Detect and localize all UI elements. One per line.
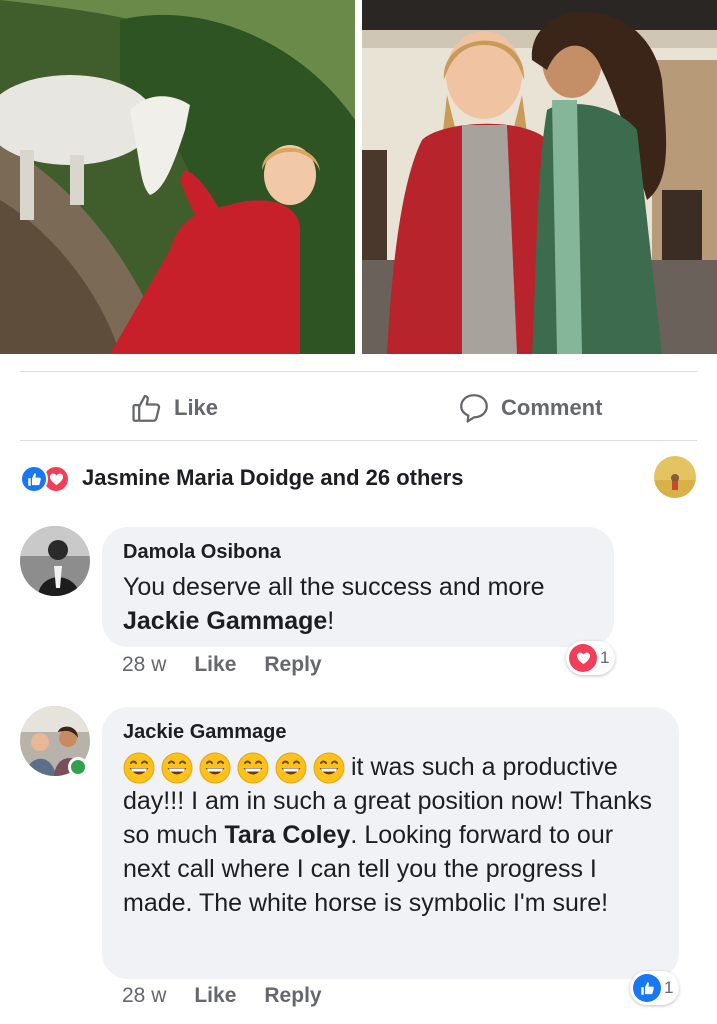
like-reaction-icon: [20, 465, 48, 493]
comment-like-button[interactable]: Like: [194, 984, 236, 1008]
comment-meta: 28 w Like Reply: [122, 984, 322, 1008]
comment-bubble-icon: [457, 391, 491, 425]
divider-bottom: [20, 440, 697, 441]
comment-reply-button[interactable]: Reply: [264, 653, 321, 677]
comment-text: You deserve all the success and more Jac…: [123, 570, 594, 638]
thumbs-up-icon: [633, 974, 661, 1002]
comment-mention[interactable]: Jackie Gammage: [123, 607, 327, 635]
online-status-indicator: [68, 757, 88, 777]
divider-top: [20, 371, 697, 372]
emoji-row: [123, 752, 345, 784]
reaction-count: 1: [664, 978, 674, 997]
like-button-label: Like: [174, 395, 219, 420]
seen-by-avatar[interactable]: [654, 456, 696, 498]
comment-button[interactable]: Comment: [457, 388, 602, 428]
photo-two-women[interactable]: [362, 0, 717, 354]
commenter-avatar[interactable]: [20, 526, 90, 596]
reactions-summary-text: Jasmine Maria Doidge and 26 others: [82, 465, 464, 490]
comment-text-part: !: [327, 607, 335, 635]
thumbs-up-outline-icon: [130, 391, 164, 425]
reaction-count: 1: [600, 648, 610, 667]
comment-author[interactable]: Jackie Gammage: [123, 721, 659, 744]
comment-text: it was such a productive day!!! I am in …: [123, 750, 659, 920]
comment-mention[interactable]: Tara Coley: [224, 821, 350, 849]
comment-reaction-badge[interactable]: 1: [566, 641, 616, 675]
grinning-face-icon: [161, 752, 193, 784]
comment-button-label: Comment: [501, 395, 603, 420]
comment-reaction-badge[interactable]: 1: [630, 971, 680, 1005]
grinning-face-icon: [199, 752, 231, 784]
grinning-face-icon: [123, 752, 155, 784]
comment-text-part: You deserve all the success and more: [123, 573, 545, 601]
comment-bubble: Jackie Gammage it was such a productive …: [102, 707, 679, 979]
comment-meta: 28 w Like Reply: [122, 653, 322, 677]
grinning-face-icon: [275, 752, 307, 784]
comment-like-button[interactable]: Like: [194, 653, 236, 677]
grinning-face-icon: [237, 752, 269, 784]
comment-reply-button[interactable]: Reply: [264, 984, 321, 1008]
comment-timestamp: 28 w: [122, 653, 167, 676]
comment-timestamp: 28 w: [122, 984, 167, 1007]
comment-bubble: Damola Osibona You deserve all the succe…: [102, 527, 614, 647]
reactions-summary[interactable]: Jasmine Maria Doidge and 26 others: [20, 458, 463, 498]
photo-woman-with-horse[interactable]: [0, 0, 355, 354]
heart-icon: [569, 644, 597, 672]
comment-author[interactable]: Damola Osibona: [123, 541, 594, 564]
grinning-face-icon: [313, 752, 345, 784]
like-button[interactable]: Like: [130, 388, 218, 428]
post-photos: [0, 0, 717, 354]
